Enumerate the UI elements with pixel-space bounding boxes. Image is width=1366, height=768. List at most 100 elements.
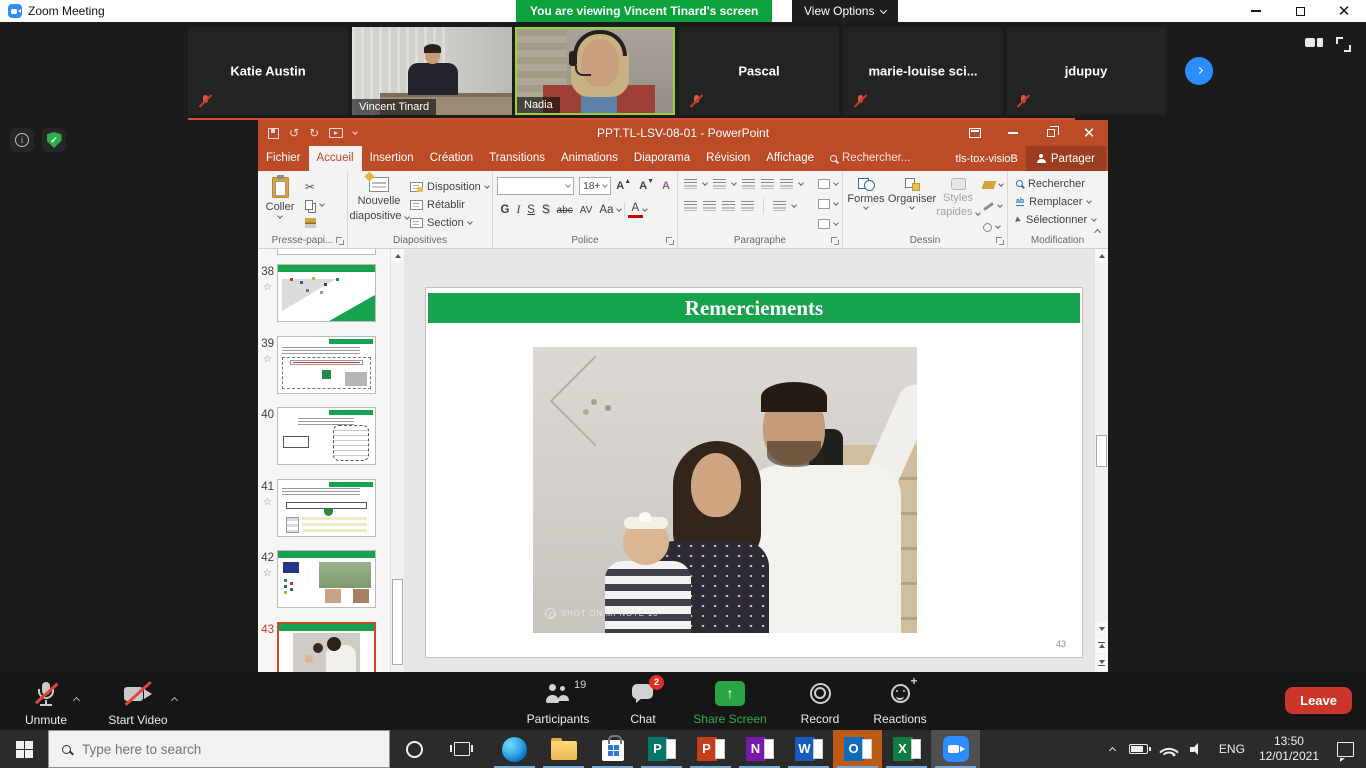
change-case-button[interactable]: Aa [596, 204, 617, 216]
collapse-ribbon-button[interactable] [1095, 222, 1100, 240]
customize-qat-icon[interactable] [352, 129, 358, 135]
taskbar-app-outlook[interactable] [833, 730, 882, 768]
scroll-up-button[interactable] [391, 249, 404, 263]
view-options-dropdown[interactable]: View Options [792, 0, 898, 22]
participant-tile-nadia-active-speaker[interactable]: Nadia [515, 27, 675, 115]
increase-indent-button[interactable] [761, 179, 774, 189]
tell-me-search[interactable]: Rechercher... [822, 146, 918, 171]
thumbnail-slide-38[interactable]: 38 ☆ [258, 264, 390, 324]
ribbon-display-options-button[interactable] [956, 120, 994, 146]
participant-tile-marielouise[interactable]: marie-louise sci... [843, 27, 1003, 115]
tab-animations[interactable]: Animations [553, 146, 626, 171]
tab-affichage[interactable]: Affichage [758, 146, 822, 171]
participant-tile-pascal[interactable]: Pascal [679, 27, 839, 115]
align-text-button[interactable] [818, 196, 838, 212]
slide-title[interactable]: Remerciements [428, 293, 1080, 323]
taskbar-clock[interactable]: 13:50 12/01/2021 [1259, 734, 1319, 764]
shape-effects-button[interactable] [983, 219, 1003, 235]
account-name[interactable]: tls-tox-visioB [948, 153, 1026, 165]
align-center-button[interactable] [703, 201, 716, 211]
redo-icon[interactable] [309, 124, 319, 142]
taskbar-app-explorer[interactable] [539, 730, 588, 768]
copy-button[interactable] [305, 197, 324, 212]
share-button[interactable]: Partager [1026, 146, 1106, 171]
tab-revision[interactable]: Révision [698, 146, 758, 171]
taskbar-app-onenote[interactable] [735, 730, 784, 768]
share-screen-button[interactable]: Share Screen [684, 680, 776, 726]
section-button[interactable]: Section [410, 215, 489, 231]
chat-button[interactable]: 2 Chat [613, 680, 673, 726]
partial-thumbnail[interactable] [277, 249, 376, 255]
select-button[interactable]: Sélectionner [1008, 211, 1107, 228]
justify-button[interactable] [741, 201, 754, 211]
font-size-combo[interactable]: 18+ [579, 177, 611, 195]
dialog-launcher-icon[interactable] [996, 237, 1004, 245]
undo-icon[interactable] [289, 124, 299, 142]
replace-button[interactable]: Remplacer [1008, 193, 1107, 210]
meeting-info-button[interactable] [10, 128, 34, 152]
line-spacing-button[interactable] [780, 179, 793, 189]
bullets-button[interactable] [684, 179, 697, 189]
reactions-button[interactable]: + Reactions [862, 680, 938, 726]
participant-tile-jdupuy[interactable]: jdupuy [1006, 27, 1166, 115]
fullscreen-icon[interactable] [1336, 37, 1351, 52]
start-slideshow-icon[interactable] [329, 128, 343, 138]
underline-button[interactable]: S [524, 204, 539, 216]
taskbar-search-input[interactable] [82, 742, 342, 757]
taskbar-app-store[interactable] [588, 730, 637, 768]
maximize-button[interactable] [1278, 0, 1322, 22]
increase-font-button[interactable]: A▲ [613, 180, 634, 192]
thumbnail-slide-42[interactable]: 42 ☆ [258, 550, 390, 610]
minimize-button[interactable] [1234, 0, 1278, 22]
thumbnail-slide-39[interactable]: 39 ☆ [258, 336, 390, 396]
cortana-button[interactable] [390, 730, 438, 768]
italic-button[interactable]: I [513, 204, 524, 216]
font-color-button[interactable]: A [628, 202, 643, 218]
start-video-button[interactable]: Start Video [96, 681, 180, 727]
action-center-icon[interactable] [1337, 742, 1354, 757]
save-icon[interactable] [268, 128, 279, 139]
dialog-launcher-icon[interactable] [831, 237, 839, 245]
cut-button[interactable] [305, 179, 324, 194]
gallery-view-icon[interactable] [1305, 38, 1323, 52]
tab-insertion[interactable]: Insertion [362, 146, 422, 171]
speaker-icon[interactable] [1190, 743, 1205, 755]
smartart-button[interactable] [818, 216, 838, 232]
taskbar-app-word[interactable] [784, 730, 833, 768]
taskbar-app-powerpoint[interactable] [686, 730, 735, 768]
start-button[interactable] [0, 730, 48, 768]
thumbnail-slide-41[interactable]: 41 ☆ [258, 479, 390, 539]
unmute-button[interactable]: Unmute [12, 681, 80, 727]
tab-accueil[interactable]: Accueil [309, 146, 362, 171]
reset-button[interactable]: Rétablir [410, 197, 489, 213]
scrollbar-thumb[interactable] [1096, 435, 1107, 467]
taskbar-app-edge[interactable] [490, 730, 539, 768]
wifi-icon[interactable] [1159, 742, 1179, 762]
ppt-restore-button[interactable] [1032, 120, 1070, 146]
layout-button[interactable]: Disposition [410, 179, 489, 195]
record-button[interactable]: Record [788, 680, 852, 726]
paste-button[interactable]: Coller [258, 174, 302, 218]
thumbnail-scrollbar[interactable] [390, 249, 404, 672]
ppt-minimize-button[interactable] [994, 120, 1032, 146]
language-indicator[interactable]: ENG [1219, 742, 1245, 756]
tab-creation[interactable]: Création [422, 146, 481, 171]
current-slide[interactable]: Remerciements SHOT ON M [425, 287, 1083, 658]
leave-button[interactable]: Leave [1285, 687, 1352, 714]
participant-tile-katie[interactable]: Katie Austin [188, 27, 348, 115]
text-direction-button[interactable] [818, 176, 838, 192]
clear-formatting-button[interactable]: A [659, 180, 673, 192]
battery-icon[interactable] [1129, 744, 1148, 754]
family-photo[interactable]: SHOT ON MI NOTE 10 [533, 347, 917, 633]
previous-slide-button[interactable] [1095, 637, 1108, 653]
character-spacing-button[interactable]: AV [576, 205, 596, 216]
shape-fill-button[interactable] [983, 177, 1003, 193]
thumbnail-slide-40[interactable]: 40 [258, 407, 390, 467]
decrease-font-button[interactable]: A▼ [636, 180, 657, 192]
align-left-button[interactable] [684, 201, 697, 211]
text-shadow-button[interactable]: S [538, 204, 553, 216]
taskbar-app-publisher[interactable] [637, 730, 686, 768]
participants-button[interactable]: 19 Participants [516, 680, 600, 726]
hidden-icons-chevron[interactable] [1109, 746, 1116, 753]
slide-scrollbar[interactable] [1094, 249, 1108, 672]
